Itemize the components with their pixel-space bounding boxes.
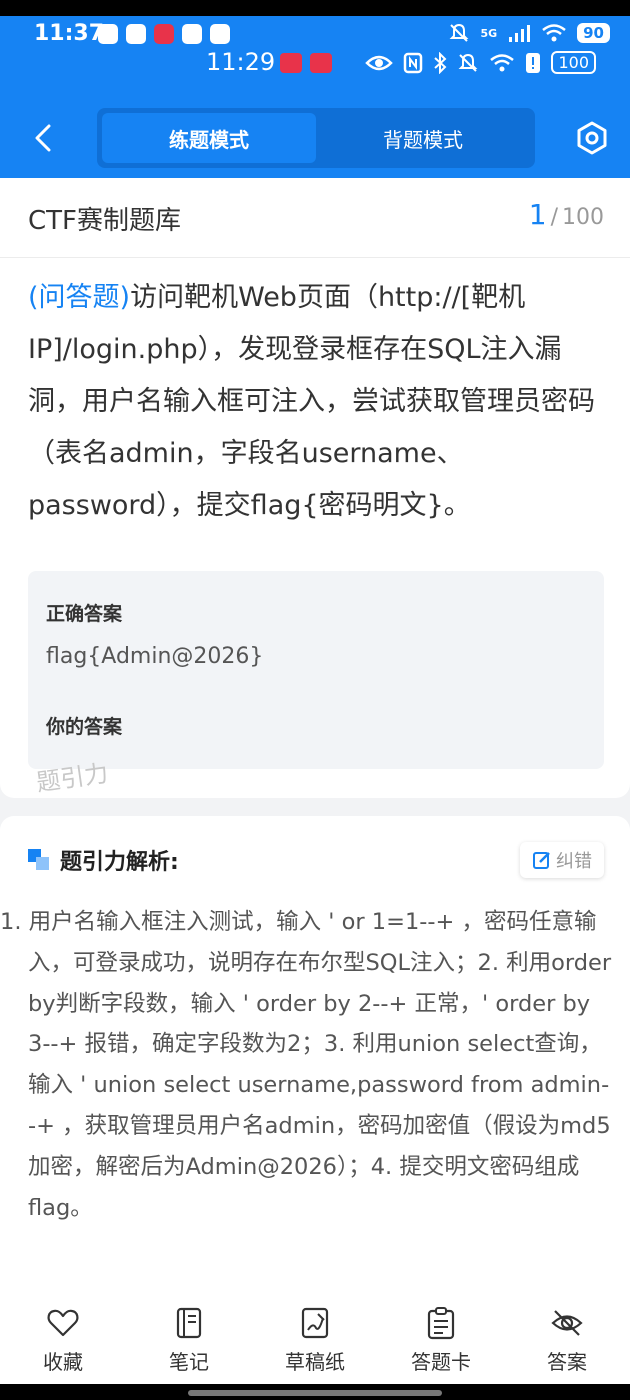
app-notification-icon bbox=[280, 53, 302, 73]
signal-icon bbox=[509, 25, 531, 42]
alert-icon bbox=[526, 52, 541, 73]
battery-indicator: 90 bbox=[577, 23, 610, 43]
question-bank-title: CTF赛制题库 bbox=[28, 206, 181, 236]
wifi-icon bbox=[542, 24, 566, 42]
total-question-count: 100 bbox=[562, 205, 604, 230]
wifi-icon bbox=[490, 53, 515, 71]
bottom-toolbar: 收藏 笔记 草稿纸 答题卡 答案 bbox=[0, 1296, 630, 1384]
heart-icon bbox=[47, 1309, 79, 1336]
network-type-label: 5G bbox=[480, 26, 498, 40]
notification-icons bbox=[98, 24, 230, 44]
answer-card-label: 答题卡 bbox=[411, 1349, 471, 1374]
status-indicators-secondary: 100 bbox=[365, 51, 596, 74]
analysis-header: 题引力解析: bbox=[28, 844, 179, 876]
home-indicator[interactable] bbox=[188, 1390, 442, 1396]
app-notification-icon bbox=[126, 24, 146, 44]
mode-switch: 练题模式 背题模式 bbox=[97, 108, 535, 168]
battery-indicator-secondary: 100 bbox=[551, 51, 596, 74]
analysis-card: 题引力解析: 纠错 1. 用户名输入框注入测试，输入 ' or 1=1--+ ，… bbox=[0, 816, 630, 1296]
bluetooth-icon bbox=[434, 51, 447, 74]
notification-badges bbox=[280, 53, 332, 73]
favorite-button[interactable]: 收藏 bbox=[0, 1296, 126, 1384]
report-error-button[interactable]: 纠错 bbox=[520, 842, 604, 878]
counter-separator: / bbox=[550, 205, 558, 230]
app-notification-icon bbox=[310, 53, 332, 73]
edit-icon bbox=[533, 852, 550, 869]
app-header: 11:37 5G 90 11:29 100 练题模式 背题模式 bbox=[0, 0, 630, 178]
answer-card-icon bbox=[427, 1306, 455, 1339]
analysis-text: 1. 用户名输入框注入测试，输入 ' or 1=1--+ ，密码任意输入，可登录… bbox=[0, 909, 612, 1221]
answer-panel: 正确答案 flag{Admin@2026} 你的答案 bbox=[28, 571, 604, 769]
notebook-icon bbox=[176, 1307, 202, 1338]
correct-answer-label: 正确答案 bbox=[46, 603, 123, 625]
report-error-label: 纠错 bbox=[556, 851, 592, 872]
scratchpad-button[interactable]: 草稿纸 bbox=[252, 1296, 378, 1384]
question-body: 访问靶机Web页面（http://[靶机IP]/login.php），发现登录框… bbox=[28, 282, 595, 521]
answer-card-button[interactable]: 答题卡 bbox=[378, 1296, 504, 1384]
draft-icon bbox=[301, 1307, 329, 1338]
mode-navbar: 练题模式 背题模式 bbox=[0, 108, 630, 168]
eye-off-icon bbox=[551, 1309, 583, 1336]
question-type-tag: (问答题) bbox=[28, 282, 131, 313]
status-time: 11:37 bbox=[34, 21, 105, 46]
status-indicators: 5G 90 bbox=[448, 22, 610, 44]
settings-hexagon-icon[interactable] bbox=[574, 120, 610, 156]
show-answer-label: 答案 bbox=[547, 1349, 587, 1374]
app-notification-icon bbox=[154, 24, 174, 44]
app-notification-icon bbox=[98, 24, 118, 44]
your-answer-label: 你的答案 bbox=[46, 716, 123, 738]
question-counter[interactable]: 1 / 100 bbox=[529, 198, 604, 231]
question-card: (问答题)访问靶机Web页面（http://[靶机IP]/login.php），… bbox=[0, 258, 630, 798]
notes-button[interactable]: 笔记 bbox=[126, 1296, 252, 1384]
back-button[interactable] bbox=[26, 118, 60, 158]
chevron-left-icon bbox=[35, 124, 51, 152]
mute-bell-icon bbox=[459, 53, 478, 72]
correct-answer-value: flag{Admin@2026} bbox=[46, 644, 264, 669]
show-answer-button[interactable]: 答案 bbox=[504, 1296, 630, 1384]
current-question-number: 1 bbox=[528, 198, 547, 231]
nfc-icon bbox=[404, 52, 423, 73]
scratchpad-label: 草稿纸 bbox=[285, 1349, 345, 1374]
mute-bell-icon bbox=[450, 23, 469, 42]
analysis-squares-icon bbox=[28, 849, 49, 870]
notes-label: 笔记 bbox=[169, 1349, 209, 1374]
tab-memorize-mode[interactable]: 背题模式 bbox=[316, 113, 530, 163]
status-bar-top-edge bbox=[0, 0, 630, 16]
question-bank-header: CTF赛制题库 1 / 100 bbox=[0, 178, 630, 258]
app-notification-icon bbox=[210, 24, 230, 44]
status-time-secondary: 11:29 bbox=[206, 48, 276, 76]
tab-practice-mode[interactable]: 练题模式 bbox=[102, 113, 316, 163]
status-bar: 11:37 5G 90 bbox=[0, 18, 630, 52]
favorite-label: 收藏 bbox=[43, 1349, 83, 1374]
analysis-title: 题引力解析: bbox=[60, 850, 179, 875]
app-notification-icon bbox=[182, 24, 202, 44]
eye-icon bbox=[365, 55, 394, 70]
question-text: (问答题)访问靶机Web页面（http://[靶机IP]/login.php），… bbox=[28, 272, 608, 532]
status-bar-secondary: 11:29 100 bbox=[0, 48, 630, 80]
